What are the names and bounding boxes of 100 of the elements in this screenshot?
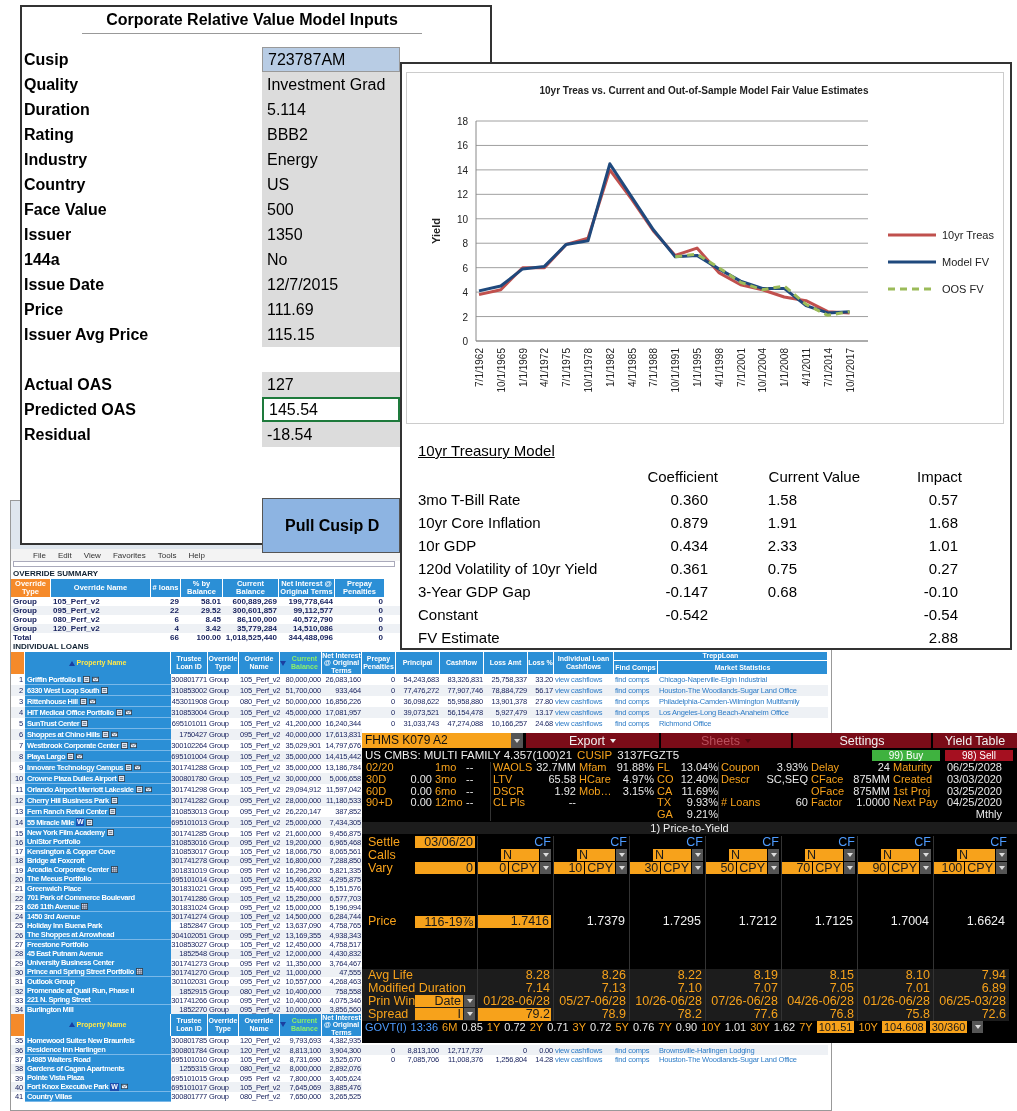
field-value: 13.04% <box>679 762 718 774</box>
table-cell-text: 1,018,525,440 <box>224 633 278 642</box>
field-value: 91.88% <box>615 762 654 774</box>
field-value: 03/25/2020 <box>945 785 1002 798</box>
table-cell-text: 080_Perf_v2 <box>52 615 101 624</box>
table-cell-text: 29 <box>169 597 180 606</box>
field-label: 12mo <box>434 797 464 810</box>
field-value: -- <box>567 797 576 810</box>
x-tick-label: 7/1/1975 <box>561 348 573 387</box>
field-label: Mob… <box>578 785 613 798</box>
x-tick-label: 4/1/2011 <box>801 348 812 387</box>
x-tick-label: 1/1/1982 <box>604 348 616 387</box>
field-label: Country <box>23 174 87 195</box>
field-value: 9.93% <box>685 797 718 810</box>
field-value: 11.69% <box>680 785 718 798</box>
field-value: 1.92 <box>553 785 576 798</box>
legend-label: 10yr Treas <box>942 229 994 241</box>
rate-value: 0.90 <box>675 1021 698 1034</box>
field-value: 1.0000 <box>855 797 890 810</box>
field-label: 02/20 <box>366 762 395 774</box>
govt-label: GOVT(I) <box>365 1021 407 1034</box>
field-value: 0.00 <box>409 785 432 798</box>
table-cell-text: 0.68 <box>766 583 798 600</box>
field-label: CA <box>656 785 674 798</box>
field-label: 60D <box>366 785 388 798</box>
table-cell-text: 4 <box>173 624 180 633</box>
tenor-label: 2Y <box>529 1021 544 1034</box>
y-tick-label: 14 <box>456 164 468 176</box>
tenor-label: 10Y <box>858 1021 878 1034</box>
duration-value: 7.07 <box>752 982 779 995</box>
row-label: Price <box>367 913 398 931</box>
field-label: Quality <box>23 74 80 95</box>
price-value: 1.7295 <box>661 915 702 929</box>
rate-value: 1.62 <box>773 1021 796 1034</box>
row-label: 3mo T-Bill Rate <box>418 491 522 508</box>
section-header: 1) Price-to-Yield <box>362 822 1017 834</box>
table-cell-text: 0 <box>377 597 384 606</box>
field-value: 0.00 <box>409 797 432 810</box>
duration-value: 7.14 <box>524 982 551 995</box>
field-label: 3mo <box>434 773 458 786</box>
table-cell-text: Total <box>12 633 33 642</box>
table-cell-text: 2.88 <box>927 629 959 646</box>
y-tick-label: 8 <box>462 238 468 250</box>
table-cell-text: -0.542 <box>664 606 709 623</box>
y-tick-label: 0 <box>462 336 468 347</box>
field-value: 06/25/2028 <box>945 762 1002 774</box>
table-cell-text: Group <box>12 597 38 606</box>
x-tick-label: 1/1/1969 <box>517 348 529 387</box>
table-cell-text: 0.360 <box>669 491 709 508</box>
x-tick-label: 10/1/2017 <box>844 348 856 393</box>
field-label: Issuer <box>23 224 73 245</box>
rate-value: 0.72 <box>504 1021 526 1034</box>
table-cell-text: 0 <box>377 633 384 642</box>
field-label: WAOLS <box>490 762 530 774</box>
field-label: OFace <box>810 785 845 798</box>
table-cell-text: 29.52 <box>199 606 222 615</box>
y-tick-label: 16 <box>456 140 468 152</box>
spread-value: 78.9 <box>600 1008 627 1021</box>
field-label: FL <box>656 762 671 774</box>
row-label: 10r GDP <box>418 537 478 554</box>
y-tick-label: 10 <box>456 213 468 225</box>
x-tick-label: 7/1/2001 <box>735 348 747 387</box>
field-label: Issuer Avg Price <box>23 324 150 345</box>
field-value: 12.40% <box>679 773 718 786</box>
row-label: FV Estimate <box>418 629 501 646</box>
field-value: -- <box>466 785 475 798</box>
duration-value: 7.10 <box>676 982 703 995</box>
rate-value: 0.72 <box>590 1021 612 1034</box>
table-cell-text: 0 <box>377 606 384 615</box>
field-label: Descr <box>718 773 762 786</box>
x-tick-label: 7/1/2014 <box>822 348 834 387</box>
table-cell-text: 6 <box>173 615 180 624</box>
chart-title: 10yr Treas vs. Current and Out-of-Sample Model Fair Value Estimates <box>539 85 869 96</box>
legend-label: OOS FV <box>942 283 984 295</box>
field-label: GA <box>656 809 674 821</box>
column-header: Coefficient <box>646 468 718 485</box>
field-value: 24 <box>876 762 890 774</box>
table-cell-text: 1.01 <box>927 537 959 554</box>
field-label: 6mo <box>434 785 458 798</box>
table-cell-text: 600,889,269 <box>231 597 278 606</box>
table-cell-text: 99,112,577 <box>292 606 334 615</box>
table-cell-text: 0.879 <box>669 514 709 531</box>
rate-value: 0.85 <box>461 1021 483 1034</box>
field-value: 875MM <box>852 785 890 798</box>
table-cell-text: 120_Perf_v2 <box>52 624 101 633</box>
field-label: CFace <box>810 773 845 786</box>
field-label: Residual <box>23 424 92 445</box>
window-dates: 10/26-06/28 <box>634 995 703 1008</box>
field-label: LTV <box>490 773 530 786</box>
field-label: 1st Proj <box>892 785 932 798</box>
window-dates: 01/28-06/28 <box>482 995 551 1008</box>
spread-value: 78.2 <box>676 1008 703 1021</box>
avg-life-value: 7.94 <box>980 969 1007 982</box>
field-value: 03/03/2020 <box>945 773 1002 786</box>
x-tick-label: 4/1/1998 <box>713 348 725 387</box>
table-cell-text: 14,510,086 <box>291 624 334 633</box>
field-value: 04/25/2020 <box>945 797 1002 810</box>
field-label: Issue Date <box>23 274 106 295</box>
row-label: Constant <box>418 606 480 623</box>
table-cell-text: 0 <box>377 624 384 633</box>
